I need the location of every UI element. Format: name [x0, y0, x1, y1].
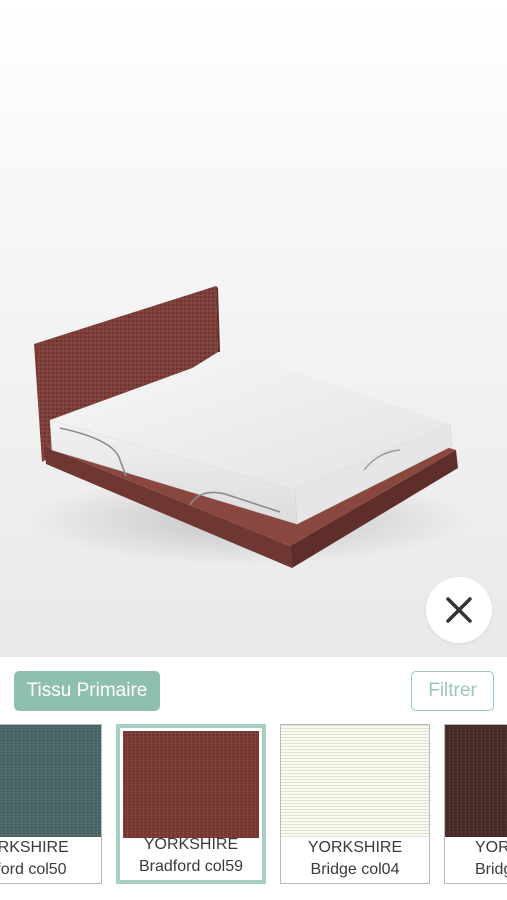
tab-primary-fabric[interactable]: Tissu Primaire: [14, 671, 160, 711]
fabric-swatch[interactable]: YORKSHIRE Bridge col04: [280, 724, 430, 884]
filter-button[interactable]: Filtrer: [411, 671, 494, 711]
fabric-swatch-list[interactable]: ORKSHIRE dford col50 YORKSHIRE Bradford …: [0, 724, 507, 888]
fabric-name: Bridg: [475, 861, 507, 878]
fabric-label: YORKSHIRE Bridge col04: [281, 837, 429, 881]
fabric-name: Bridge col04: [310, 861, 400, 878]
fabric-texture: [281, 725, 429, 837]
fabric-swatch[interactable]: YOR Bridg: [444, 724, 507, 884]
fabric-texture: [0, 725, 101, 837]
fabric-texture: [445, 725, 507, 837]
fabric-brand: YOR: [475, 839, 507, 856]
fabric-label: YORKSHIRE Bradford col59: [120, 834, 262, 878]
fabric-label: ORKSHIRE dford col50: [0, 837, 101, 881]
bed-3d-model[interactable]: [0, 0, 507, 657]
fabric-label: YOR Bridg: [445, 837, 507, 881]
close-icon: [446, 597, 472, 623]
close-button[interactable]: [426, 577, 492, 643]
fabric-name: dford col50: [0, 861, 67, 878]
fabric-brand: YORKSHIRE: [143, 836, 239, 853]
fabric-swatch[interactable]: ORKSHIRE dford col50: [0, 724, 102, 884]
fabric-panel: Tissu Primaire Filtrer ORKSHIRE dford co…: [0, 657, 507, 900]
fabric-name: Bradford col59: [138, 858, 244, 875]
fabric-brand: YORKSHIRE: [307, 839, 403, 856]
fabric-swatch-selected[interactable]: YORKSHIRE Bradford col59: [116, 724, 266, 884]
fabric-texture: [123, 731, 259, 838]
product-3d-viewer[interactable]: [0, 0, 507, 657]
fabric-brand: ORKSHIRE: [0, 839, 69, 856]
